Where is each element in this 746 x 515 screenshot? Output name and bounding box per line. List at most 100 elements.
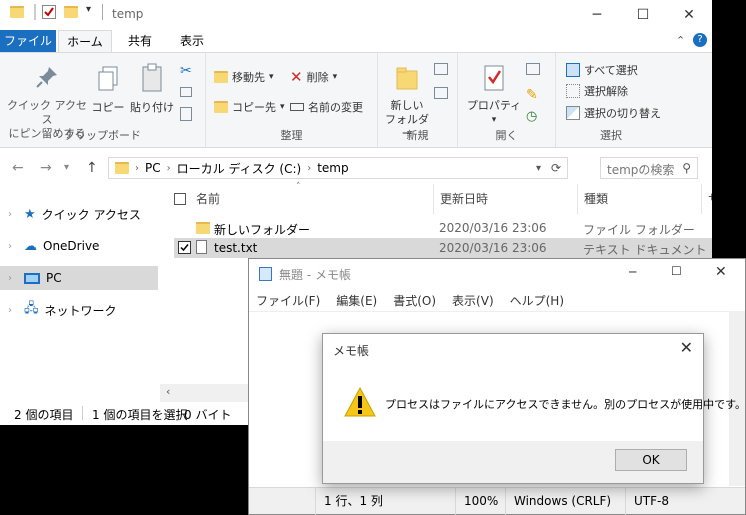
- nav-label: PC: [46, 271, 62, 285]
- new-folder-icon: [396, 67, 418, 90]
- search-icon: ⚲: [682, 161, 691, 175]
- invert-selection-icon: [566, 106, 580, 120]
- qa-dropdown-icon[interactable]: ▾: [86, 4, 91, 15]
- select-all-checkbox[interactable]: [174, 193, 186, 205]
- delete-button[interactable]: ✕ 削除 ▾: [290, 68, 337, 86]
- menu-file[interactable]: ファイル(F): [256, 292, 320, 309]
- properties-button[interactable]: プロパティ ▾: [466, 63, 522, 127]
- close-button[interactable]: ✕: [666, 0, 712, 30]
- tab-view[interactable]: 表示: [170, 30, 214, 52]
- file-modified: 2020/03/16 23:06: [439, 221, 547, 235]
- breadcrumb-temp[interactable]: temp: [317, 161, 348, 175]
- recent-dropdown-icon[interactable]: ▾: [64, 162, 69, 173]
- new-folder-qa-icon[interactable]: [64, 6, 78, 18]
- address-input[interactable]: › PC › ローカル ディスク (C:) › temp ▾ ⟳: [108, 157, 568, 179]
- cloud-icon: ☁: [24, 238, 37, 254]
- minimize-button[interactable]: ─: [629, 265, 636, 279]
- nav-item-quick-access[interactable]: › ★ クイック アクセス: [0, 202, 158, 226]
- ok-button[interactable]: OK: [615, 449, 687, 471]
- paste-shortcut-icon[interactable]: [180, 107, 192, 121]
- chevron-right-icon: ›: [166, 162, 171, 174]
- ribbon-collapse-icon[interactable]: ⌃: [676, 34, 685, 47]
- delete-label: 削除: [306, 71, 329, 84]
- status-encoding: UTF-8: [625, 488, 745, 515]
- up-arrow-icon[interactable]: ↑: [86, 160, 98, 176]
- menu-help[interactable]: ヘルプ(H): [510, 292, 564, 309]
- maximize-button[interactable]: ☐: [671, 264, 682, 278]
- navigation-pane: › ★ クイック アクセス › ☁ OneDrive › PC › 🖧 ネットワ…: [0, 196, 160, 406]
- tab-share[interactable]: 共有: [118, 30, 162, 52]
- row-checkbox-checked[interactable]: [178, 241, 191, 254]
- copy-button[interactable]: コピー: [90, 65, 126, 115]
- clipboard-group-label: クリップボード: [64, 129, 141, 142]
- copy-to-button[interactable]: コピー先 ▾: [214, 99, 285, 115]
- notepad-title: 無題 - メモ帳: [279, 268, 351, 282]
- file-row-selected[interactable]: test.txt 2020/03/16 23:06 テキスト ドキュメント: [174, 238, 712, 258]
- help-icon[interactable]: ?: [693, 33, 707, 47]
- menu-edit[interactable]: 編集(E): [336, 292, 377, 309]
- refresh-icon[interactable]: ⟳: [551, 161, 561, 175]
- file-name: 新しいフォルダー: [214, 223, 311, 237]
- easy-access-icon[interactable]: [434, 87, 448, 99]
- nav-item-network[interactable]: › 🖧 ネットワーク: [0, 298, 158, 322]
- menu-format[interactable]: 書式(O): [393, 292, 436, 309]
- minimize-button[interactable]: ─: [574, 0, 620, 30]
- scissors-icon[interactable]: ✂: [180, 63, 192, 79]
- column-type[interactable]: 種類: [578, 184, 702, 214]
- clipboard-group: クイック アクセス にピン留めする コピー 貼り付け ✂ クリップボード: [0, 53, 206, 147]
- chevron-right-icon: ›: [8, 240, 12, 252]
- rename-icon: [290, 103, 304, 111]
- edit-icon[interactable]: ✎: [526, 87, 538, 103]
- ribbon: クイック アクセス にピン留めする コピー 貼り付け ✂ クリップボード 移動先…: [0, 52, 712, 148]
- tab-home[interactable]: ホーム: [58, 30, 112, 52]
- chevron-right-icon: ›: [8, 304, 12, 316]
- nav-item-onedrive[interactable]: › ☁ OneDrive: [0, 234, 158, 258]
- select-none-button[interactable]: 選択解除: [566, 83, 628, 99]
- column-name[interactable]: 名前: [190, 184, 434, 214]
- move-to-button[interactable]: 移動先 ▾: [214, 69, 274, 85]
- dialog-close-icon[interactable]: ✕: [680, 338, 693, 357]
- new-folder-label: 新しい: [390, 99, 424, 112]
- search-input[interactable]: tempの検索 ⚲: [600, 157, 698, 179]
- open-icon[interactable]: [526, 63, 540, 75]
- status-position: 1 行、1 列: [315, 488, 455, 515]
- tab-file[interactable]: ファイル: [0, 30, 56, 52]
- network-icon: 🖧: [24, 301, 39, 316]
- maximize-button[interactable]: ☐: [620, 0, 666, 30]
- history-icon[interactable]: ◷: [526, 109, 537, 124]
- chevron-right-icon: ›: [135, 162, 139, 174]
- status-item-count: 2 個の項目: [14, 408, 74, 422]
- explorer-titlebar: ▾ temp ─ ☐ ✕: [0, 0, 712, 30]
- chevron-right-icon: ›: [8, 208, 12, 220]
- forward-arrow-icon[interactable]: →: [40, 160, 52, 176]
- scroll-left-icon[interactable]: ‹: [166, 385, 170, 398]
- horizontal-scrollbar[interactable]: ‹: [160, 384, 260, 402]
- select-all-button[interactable]: すべて選択: [566, 62, 638, 78]
- sort-up-icon: ˄: [296, 182, 301, 192]
- open-group-label: 開く: [495, 129, 518, 142]
- column-size[interactable]: サ: [702, 184, 712, 214]
- nav-item-pc[interactable]: › PC: [0, 266, 158, 290]
- properties-qa-icon[interactable]: [42, 5, 56, 19]
- paste-button[interactable]: 貼り付け: [130, 63, 174, 115]
- error-dialog: メモ帳 ✕ プロセスはファイルにアクセスできません。別のプロセスが使用中です。 …: [322, 333, 746, 484]
- menu-view[interactable]: 表示(V): [452, 292, 494, 309]
- copy-path-icon[interactable]: [180, 87, 192, 97]
- rename-button[interactable]: 名前の変更: [290, 99, 363, 115]
- dropdown-icon: ▾: [332, 72, 338, 82]
- invert-selection-button[interactable]: 選択の切り替え: [566, 105, 661, 121]
- dialog-title: メモ帳: [333, 344, 370, 358]
- status-selected: 1 個の項目を選択: [92, 408, 188, 422]
- select-group-label: 選択: [600, 129, 622, 142]
- chevron-right-icon: ›: [307, 162, 312, 174]
- file-row[interactable]: 新しいフォルダー 2020/03/16 23:06 ファイル フォルダー: [174, 218, 712, 238]
- back-arrow-icon[interactable]: ←: [12, 160, 24, 176]
- computer-icon: [24, 272, 40, 284]
- new-item-icon[interactable]: [434, 63, 448, 75]
- breadcrumb-local-disk[interactable]: ローカル ディスク (C:): [177, 160, 302, 177]
- close-button[interactable]: ✕: [715, 264, 727, 280]
- breadcrumb-pc[interactable]: PC: [145, 161, 161, 175]
- address-dropdown-icon[interactable]: ▾: [536, 163, 541, 174]
- column-modified[interactable]: 更新日時: [434, 184, 578, 214]
- status-line-ending: Windows (CRLF): [505, 488, 625, 515]
